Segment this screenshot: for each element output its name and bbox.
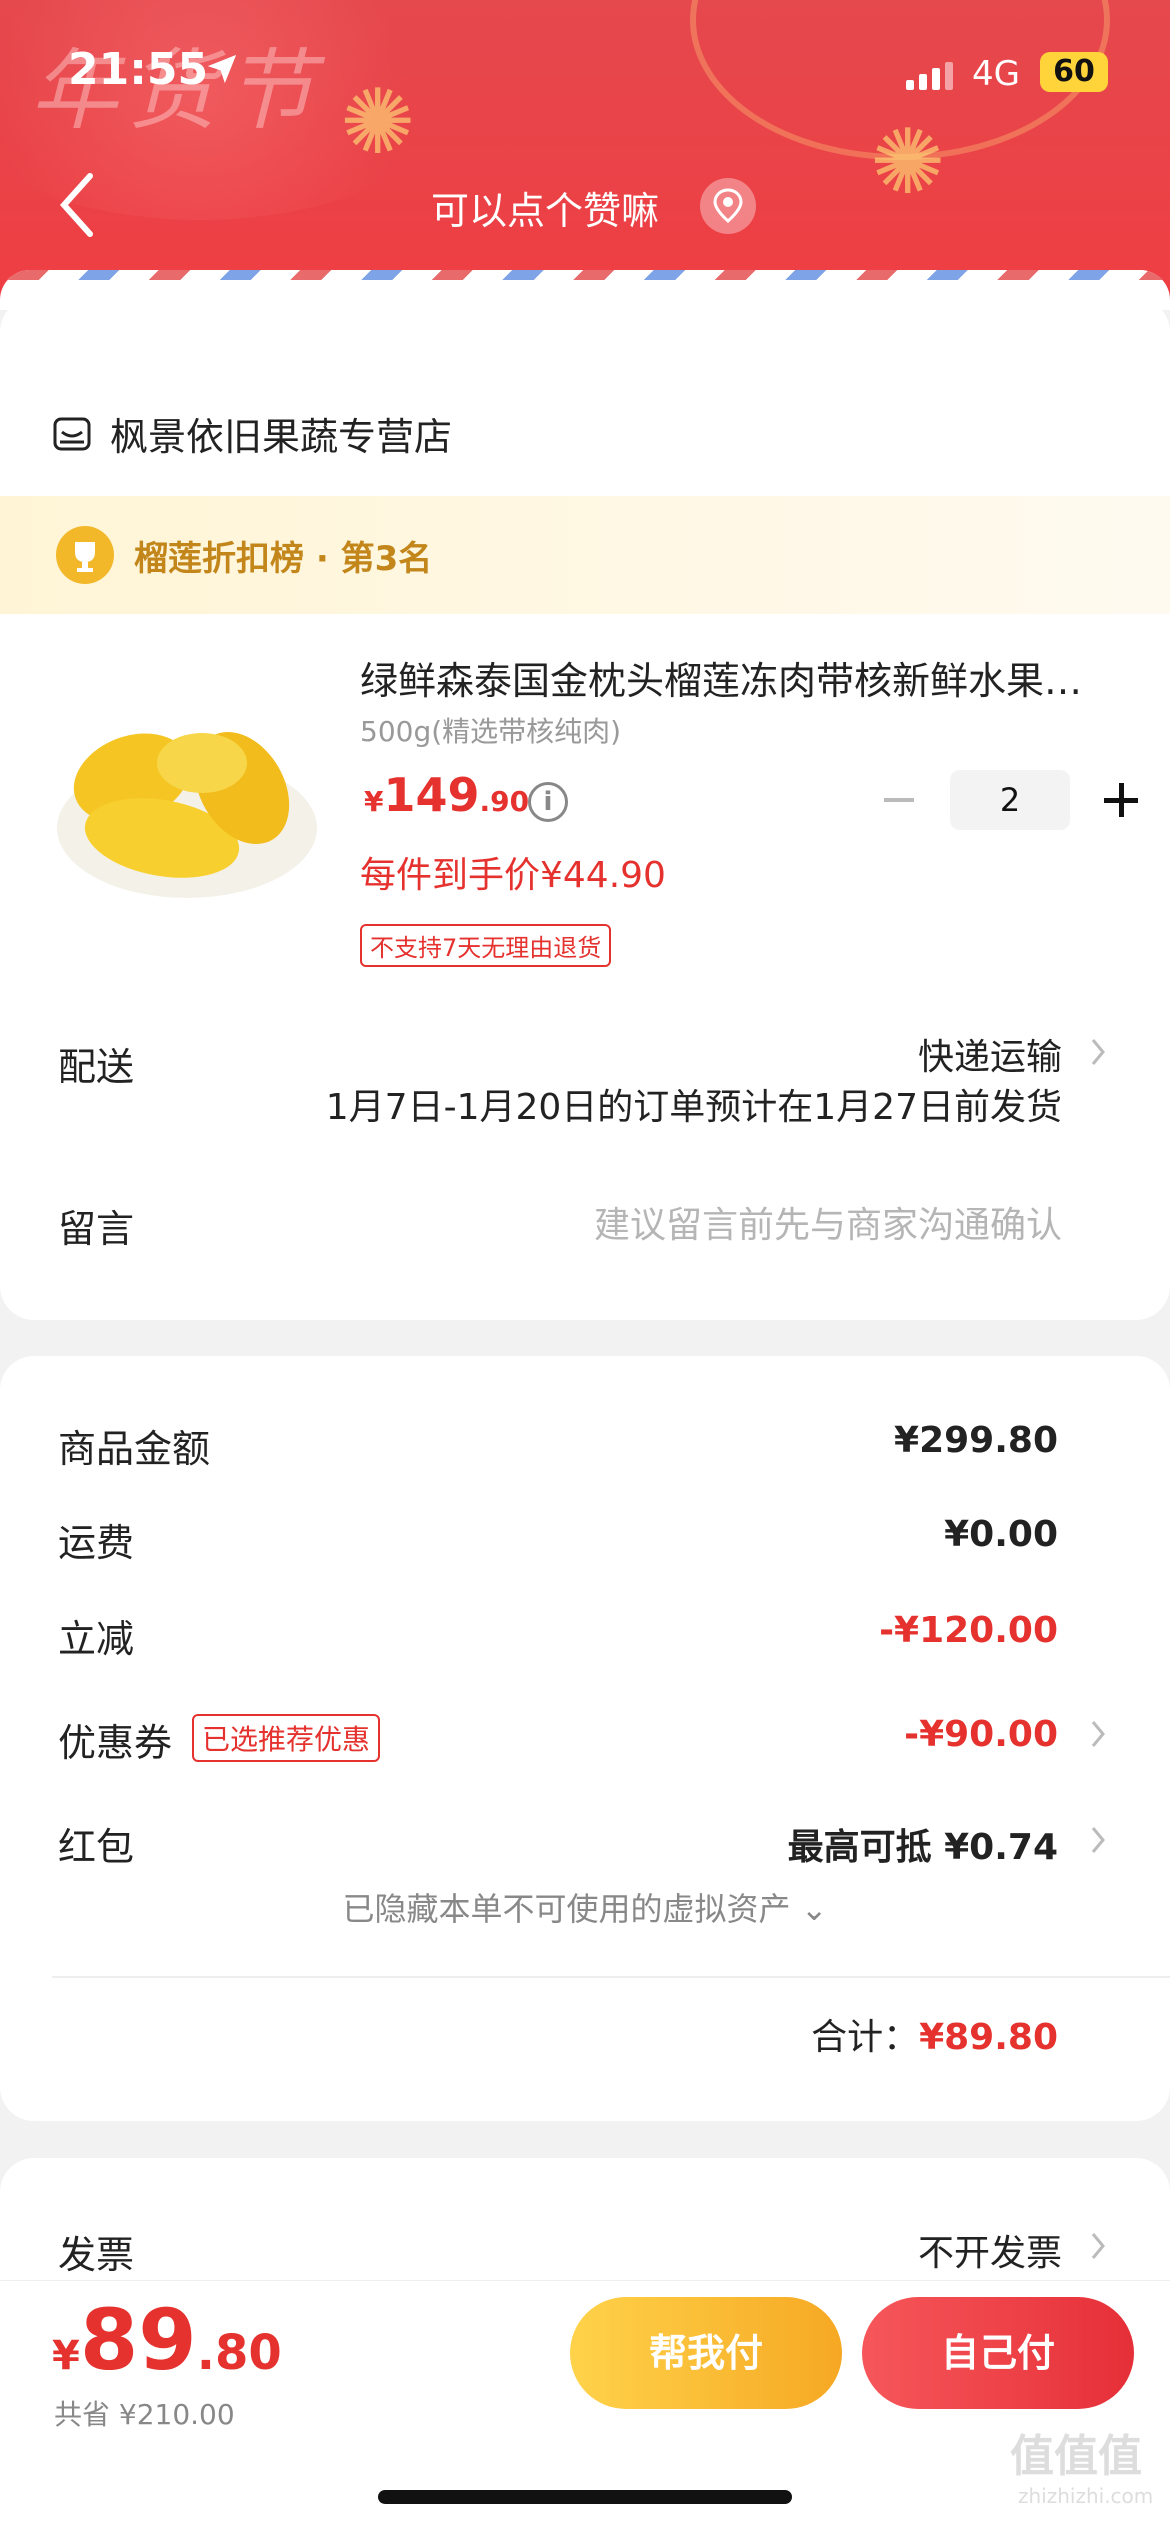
- chevron-right-icon[interactable]: [1088, 1824, 1108, 1856]
- page-title: 可以点个赞嘛: [430, 189, 659, 233]
- coupon-value[interactable]: -¥90.00: [904, 1714, 1058, 1755]
- hidden-assets-text: 已隐藏本单不可使用的虚拟资产: [342, 1890, 791, 1928]
- invoice-label: 发票: [58, 2233, 135, 2277]
- price-summary-card: 商品金额 ¥299.80 运费 ¥0.00 立减 -¥120.00 优惠券 已选…: [0, 1356, 1170, 2121]
- watermark-url: zhizhizhi.com: [1018, 2484, 1154, 2508]
- location-pin-icon: [713, 188, 743, 223]
- product-image[interactable]: [52, 678, 322, 918]
- shop-icon: [53, 417, 91, 450]
- message-input[interactable]: 建议留言前先与商家沟通确认: [594, 1196, 1062, 1248]
- no-return-tag: 不支持7天无理由退货: [360, 924, 612, 967]
- chevron-down-icon: ⌄: [800, 1890, 828, 1928]
- total-label: 合计：: [811, 2017, 920, 2058]
- shipping-note: 1月7日-1月20日的订单预计在1月27日前发货: [325, 1087, 1062, 1128]
- discount-value: -¥120.00: [879, 1610, 1058, 1651]
- increase-button[interactable]: [1092, 770, 1152, 830]
- shop-name: 枫景依旧果蔬专营店: [110, 415, 453, 459]
- product-price: ¥149.90: [364, 768, 530, 822]
- invoice-value[interactable]: 不开发票: [918, 2224, 1062, 2276]
- self-pay-button[interactable]: 自己付: [862, 2297, 1134, 2409]
- goods-amount-label: 商品金额: [58, 1427, 211, 1471]
- discount-label: 立减: [58, 1617, 135, 1661]
- info-icon[interactable]: i: [528, 782, 568, 822]
- chevron-right-icon[interactable]: [1088, 1718, 1108, 1750]
- firework-icon: ✺: [340, 70, 416, 175]
- divider: [52, 1976, 1170, 1978]
- chevron-right-icon[interactable]: [1088, 2230, 1108, 2262]
- product-spec[interactable]: 500g(精选带核纯肉): [360, 710, 621, 750]
- quantity-stepper: 2: [868, 770, 1152, 830]
- shipping-fee-value: ¥0.00: [944, 1514, 1058, 1555]
- status-time: 21:55: [68, 44, 209, 95]
- product-title[interactable]: 绿鲜森泰国金枕头榴莲冻肉带核新鲜水果…: [360, 650, 1120, 705]
- decrease-button[interactable]: [868, 770, 928, 830]
- coupon-badge: 已选推荐优惠: [192, 1714, 381, 1762]
- red-packet-label: 红包: [58, 1825, 135, 1869]
- delivery-label: 配送: [58, 1045, 135, 1089]
- pay-amount: ¥89.80: [52, 2291, 282, 2389]
- ranking-text: 榴莲折扣榜 · 第3名: [134, 538, 433, 579]
- per-item-price: 每件到手价¥44.90: [360, 855, 666, 896]
- location-arrow-icon: [207, 54, 237, 84]
- ranking-banner[interactable]: 榴莲折扣榜 · 第3名: [0, 496, 1170, 614]
- shipping-fee-label: 运费: [58, 1521, 135, 1565]
- network-type: 4G: [972, 54, 1020, 94]
- chevron-right-icon[interactable]: [1088, 1036, 1108, 1068]
- saved-amount: 共省 ¥210.00: [54, 2398, 235, 2431]
- red-packet-value[interactable]: 最高可抵 ¥0.74: [788, 1818, 1058, 1870]
- total-value: ¥89.80: [919, 2017, 1058, 2058]
- battery-icon: 60: [1040, 52, 1108, 92]
- delivery-method[interactable]: 快递运输: [918, 1028, 1062, 1080]
- help-pay-button[interactable]: 帮我付: [570, 2297, 842, 2409]
- header: 年货节 ✺ ✺ 21:55 4G 60 可以点个赞嘛: [0, 0, 1170, 300]
- trophy-icon: [56, 526, 114, 584]
- like-button[interactable]: [700, 178, 756, 234]
- watermark-logo: 值值值: [1010, 2431, 1142, 2482]
- hidden-assets-toggle[interactable]: 已隐藏本单不可使用的虚拟资产 ⌄: [0, 1884, 1170, 1930]
- message-label: 留言: [58, 1207, 135, 1251]
- quantity-input[interactable]: 2: [950, 770, 1070, 830]
- order-item-card: 枫景依旧果蔬专营店 榴莲折扣榜 · 第3名 绿鲜森泰国金枕头榴莲冻肉带核新鲜水果…: [0, 298, 1170, 1320]
- signal-icon: [906, 58, 953, 90]
- total-line: 合计：¥89.80: [811, 2008, 1058, 2060]
- shop-row[interactable]: 枫景依旧果蔬专营店: [52, 406, 452, 461]
- home-indicator[interactable]: [378, 2490, 792, 2504]
- coupon-label: 优惠券: [58, 1721, 173, 1765]
- goods-amount-value: ¥299.80: [894, 1420, 1058, 1461]
